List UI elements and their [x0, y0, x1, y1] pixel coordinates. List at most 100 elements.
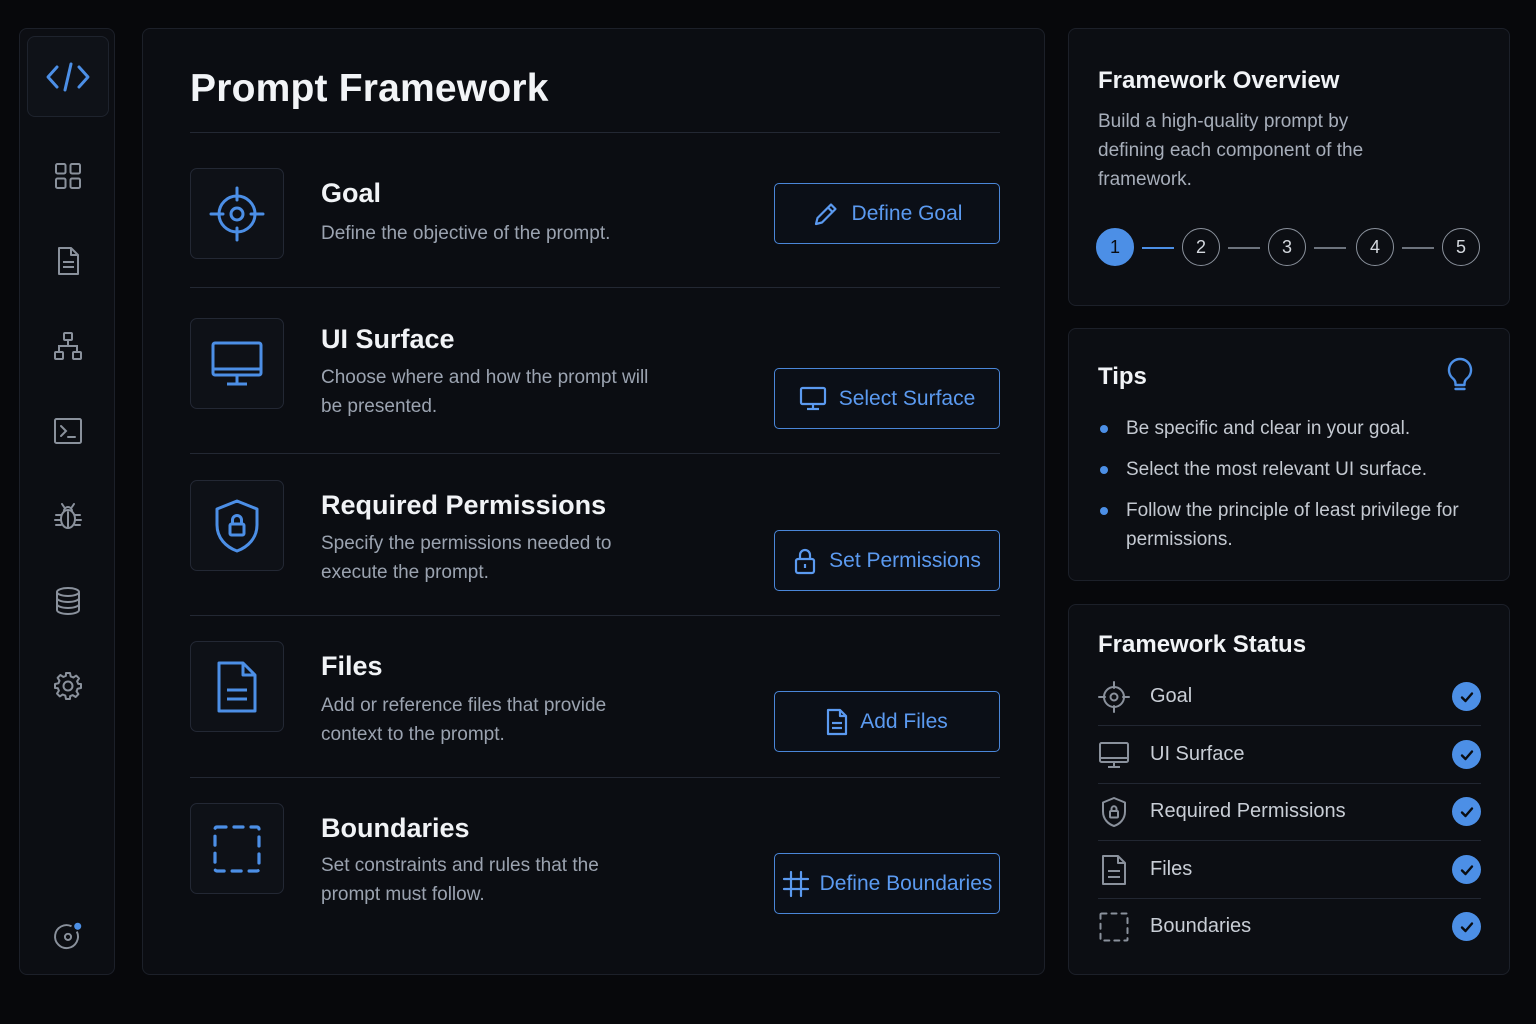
lightbulb-icon [1447, 357, 1473, 391]
row-title: Files [321, 651, 383, 681]
tips-title: Tips [1098, 363, 1147, 390]
overview-text: Build a high-quality prompt by defining … [1098, 111, 1364, 190]
row-title: UI Surface [321, 324, 455, 354]
status-label: Boundaries [1150, 915, 1252, 937]
sidebar-item-dashboard[interactable] [53, 161, 83, 191]
target-icon [209, 186, 265, 241]
framework-status-card: Framework Status Goal UI Surface Require… [1068, 604, 1510, 975]
row-icon-box [190, 168, 284, 259]
file-icon [217, 661, 257, 712]
check-icon [1452, 740, 1481, 769]
check-icon [1452, 682, 1481, 711]
notification-icon [54, 922, 82, 950]
sidebar-item-debug[interactable] [53, 502, 83, 532]
button-label: Add Files [860, 709, 948, 733]
code-icon [46, 62, 90, 91]
framework-overview-card: Framework Overview Build a high-quality … [1068, 28, 1510, 306]
row-title: Boundaries [321, 813, 470, 843]
button-label: Define Goal [851, 201, 963, 225]
status-label: Goal [1150, 685, 1193, 707]
component-row-boundaries: Boundaries Set constraints and rules tha… [190, 803, 1000, 943]
status-title: Framework Status [1098, 631, 1307, 658]
monitor-icon [211, 341, 263, 385]
divider [190, 615, 1000, 616]
row-description: Choose where and how the prompt will be … [321, 367, 649, 417]
button-label: Select Surface [838, 386, 976, 410]
row-description: Specify the permissions needed to execut… [321, 533, 612, 583]
row-icon-box [190, 641, 284, 732]
shield-lock-icon [1102, 797, 1126, 827]
gear-icon [54, 672, 82, 700]
overview-title: Framework Overview [1098, 67, 1340, 94]
tip-item: Select the most relevant UI surface. [1126, 459, 1427, 480]
add-files-button[interactable]: Add Files [774, 691, 1000, 752]
row-title: Required Permissions [321, 490, 607, 520]
target-icon [1098, 681, 1130, 713]
sidebar-item-settings[interactable] [53, 671, 83, 701]
component-row-permissions: Required Permissions Specify the permiss… [190, 480, 1000, 620]
sidebar-item-database[interactable] [53, 586, 83, 616]
row-icon-box [190, 480, 284, 571]
terminal-icon [54, 418, 82, 444]
define-goal-button[interactable]: Define Goal [774, 183, 1000, 244]
set-permissions-button[interactable]: Set Permissions [774, 530, 1000, 591]
pencil-icon [814, 202, 837, 225]
component-row-files: Files Add or reference files that provid… [190, 641, 1000, 781]
status-row-ui-surface: UI Surface [1098, 726, 1481, 783]
sidebar-item-activity[interactable] [51, 919, 85, 953]
database-icon [56, 587, 80, 616]
shield-lock-icon [215, 499, 259, 552]
lock-icon [795, 548, 816, 574]
status-row-files: Files [1098, 841, 1481, 898]
check-icon [1452, 912, 1481, 941]
main-panel: Prompt Framework Goal Define the objecti… [142, 28, 1045, 975]
page-title: Prompt Framework [190, 67, 549, 110]
status-label: UI Surface [1150, 743, 1245, 765]
bug-icon [54, 503, 82, 529]
monitor-icon [799, 386, 826, 410]
step-4[interactable]: 4 [1356, 228, 1394, 266]
status-row-permissions: Required Permissions [1098, 783, 1481, 840]
dashed-square-icon [1099, 912, 1129, 942]
check-icon [1452, 797, 1481, 826]
grid-icon [55, 163, 81, 189]
divider [190, 287, 1000, 288]
sidebar [19, 28, 115, 975]
tip-item: Follow the principle of least privilege … [1126, 500, 1459, 550]
divider [190, 453, 1000, 454]
step-connector [1314, 247, 1346, 249]
row-icon-box [190, 803, 284, 894]
row-title: Goal [321, 178, 382, 208]
sidebar-item-code[interactable] [27, 36, 109, 117]
hashtag-icon [782, 870, 809, 897]
define-boundaries-button[interactable]: Define Boundaries [774, 853, 1000, 914]
button-label: Set Permissions [829, 548, 981, 572]
tip-bullet [1100, 466, 1108, 474]
tip-bullet [1100, 507, 1108, 515]
sidebar-item-terminal[interactable] [53, 416, 83, 446]
row-icon-box [190, 318, 284, 409]
component-row-ui-surface: UI Surface Choose where and how the prom… [190, 318, 1000, 458]
status-label: Files [1150, 858, 1193, 880]
divider [190, 777, 1000, 778]
app-root: Prompt Framework Goal Define the objecti… [0, 0, 1536, 1024]
status-row-goal: Goal [1098, 668, 1481, 725]
file-icon [1102, 855, 1126, 885]
status-label: Required Permissions [1150, 800, 1346, 822]
step-1[interactable]: 1 [1096, 228, 1134, 266]
step-5[interactable]: 5 [1442, 228, 1480, 266]
step-3[interactable]: 3 [1268, 228, 1306, 266]
sidebar-item-structure[interactable] [53, 331, 83, 361]
step-connector [1142, 247, 1174, 249]
sidebar-item-documents[interactable] [53, 246, 83, 276]
dashed-square-icon [213, 824, 261, 873]
tips-card: Tips Be specific and clear in your goal.… [1068, 328, 1510, 581]
row-description: Define the objective of the prompt. [321, 223, 611, 244]
select-surface-button[interactable]: Select Surface [774, 368, 1000, 429]
row-description: Add or reference files that provide cont… [321, 695, 607, 745]
stepper: 1 2 3 4 5 [1096, 228, 1484, 268]
button-label: Define Boundaries [819, 871, 993, 895]
hierarchy-icon [54, 332, 82, 360]
step-2[interactable]: 2 [1182, 228, 1220, 266]
check-icon [1452, 855, 1481, 884]
